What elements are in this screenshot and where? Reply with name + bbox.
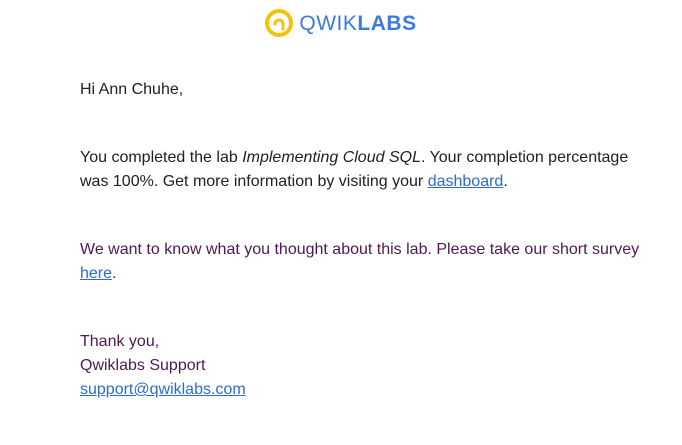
qwiklabs-logo[interactable]: QWIKLABS [265, 9, 416, 37]
survey-prefix: We want to know what you thought about t… [80, 241, 640, 258]
signoff: Thank you, Qwiklabs Support support@qwik… [80, 330, 640, 402]
survey-message: We want to know what you thought about t… [80, 238, 640, 286]
greeting: Hi Ann Chuhe, [80, 81, 184, 98]
completion-prefix: You completed the lab [80, 149, 243, 166]
survey-here-link[interactable]: here [80, 265, 112, 282]
survey-suffix: . [112, 265, 117, 282]
qwiklabs-logo-icon [265, 9, 294, 37]
lab-name: Implementing Cloud SQL [242, 149, 421, 166]
dashboard-link[interactable]: dashboard [428, 173, 504, 190]
logo-wordmark: QWIKLABS [299, 13, 416, 34]
completion-suffix: . [503, 173, 508, 190]
signoff-thanks: Thank you, [80, 333, 160, 350]
completion-message: You completed the lab Implementing Cloud… [80, 146, 640, 194]
support-email-link[interactable]: support@qwiklabs.com [80, 378, 640, 402]
email-body: Hi Ann Chuhe, You completed the lab Impl… [80, 78, 640, 402]
logo-word-bold: LABS [357, 11, 417, 35]
email-header: QWIKLABS [0, 8, 682, 38]
signoff-team: Qwiklabs Support [80, 357, 206, 374]
logo-word-light: QWIK [299, 11, 358, 35]
